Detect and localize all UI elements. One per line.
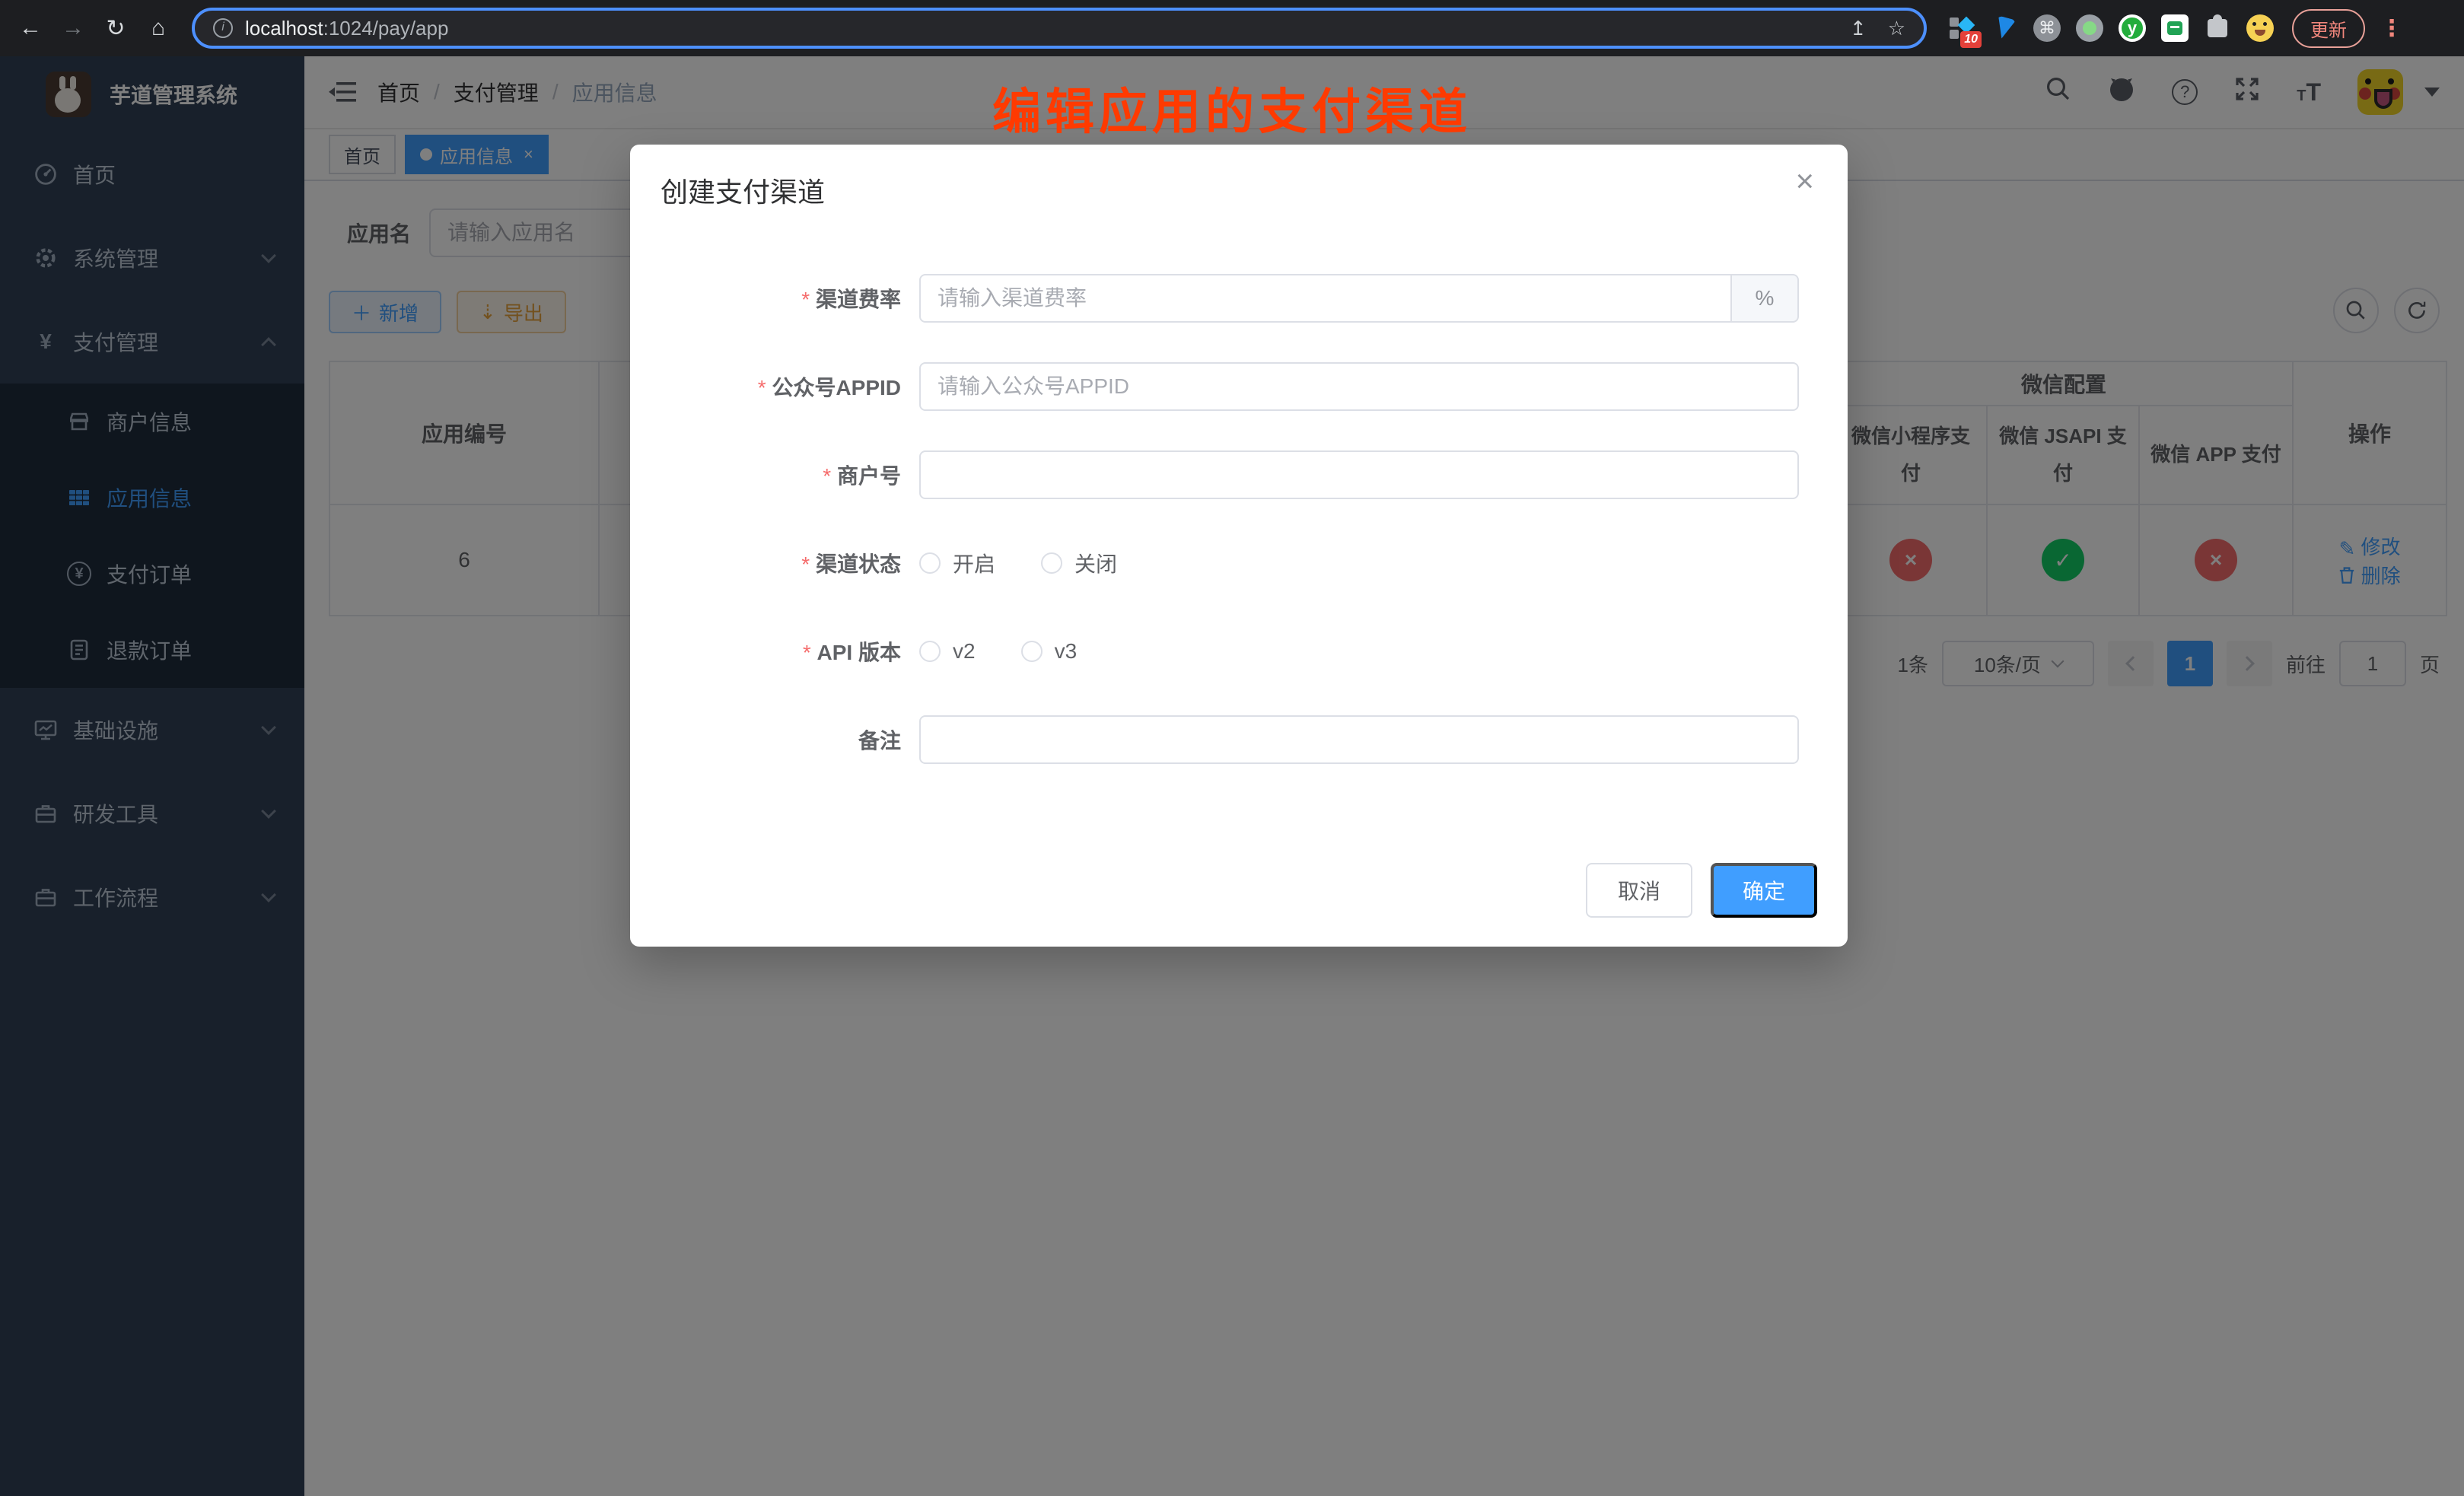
extension-y-icon[interactable]: y	[2119, 14, 2146, 42]
share-icon[interactable]: ↥	[1850, 17, 1867, 40]
extension-badge: 10	[1960, 31, 1982, 48]
browser-menu-icon[interactable]: ⋮	[2371, 15, 2412, 42]
bookmark-star-icon[interactable]: ☆	[1888, 17, 1905, 40]
cancel-button[interactable]: 取消	[1586, 863, 1692, 918]
browser-update-button[interactable]: 更新	[2292, 9, 2365, 48]
form-row-api-version: API 版本 v2 v3	[661, 627, 1817, 676]
percent-suffix: %	[1732, 274, 1799, 323]
status-label: 渠道状态	[661, 548, 919, 578]
status-radio-on[interactable]: 开启	[919, 548, 995, 578]
back-icon[interactable]: ←	[12, 15, 49, 41]
appid-label: 公众号APPID	[661, 371, 919, 402]
merchant-input[interactable]	[919, 450, 1799, 499]
radio-icon	[919, 641, 941, 662]
form-row-remark: 备注	[661, 715, 1817, 764]
confirm-button[interactable]: 确定	[1711, 863, 1817, 918]
rate-label: 渠道费率	[661, 283, 919, 314]
radio-icon	[1021, 641, 1043, 662]
status-radio-off[interactable]: 关闭	[1041, 548, 1117, 578]
appid-input[interactable]	[919, 362, 1799, 411]
extensions-tray: 10 ⌘ y	[1948, 14, 2274, 42]
extensions-puzzle-icon[interactable]	[2204, 14, 2231, 42]
form-row-status: 渠道状态 开启 关闭	[661, 539, 1817, 587]
api-radio-v2[interactable]: v2	[919, 639, 976, 664]
extension-chat-icon[interactable]	[2161, 14, 2189, 42]
browser-toolbar: ← → ↻ ⌂ i localhost :1024/pay/app ↥ ☆ 10…	[0, 0, 2464, 56]
extension-blocks-icon[interactable]: 10	[1948, 14, 1975, 42]
radio-icon	[1041, 552, 1062, 574]
home-icon[interactable]: ⌂	[140, 15, 177, 41]
rate-input[interactable]	[919, 274, 1732, 323]
api-version-label: API 版本	[661, 636, 919, 667]
remark-label: 备注	[661, 724, 919, 755]
merchant-label: 商户号	[661, 460, 919, 490]
form-row-appid: 公众号APPID	[661, 362, 1817, 411]
api-radio-v3[interactable]: v3	[1021, 639, 1078, 664]
extension-command-icon[interactable]: ⌘	[2033, 14, 2061, 42]
dialog-close-icon[interactable]: ×	[1795, 163, 1814, 199]
extension-emoji-icon[interactable]	[2246, 14, 2274, 42]
remark-input[interactable]	[919, 715, 1799, 764]
site-info-icon[interactable]: i	[213, 18, 233, 38]
url-host: localhost	[245, 17, 323, 40]
form-row-rate: 渠道费率 %	[661, 274, 1817, 323]
address-bar[interactable]: i localhost :1024/pay/app ↥ ☆	[192, 8, 1927, 49]
reload-icon[interactable]: ↻	[97, 15, 134, 42]
extension-dot-icon[interactable]	[2076, 14, 2103, 42]
annotation-text: 编辑应用的支付渠道	[992, 73, 1472, 143]
radio-icon	[919, 552, 941, 574]
form-row-merchant: 商户号	[661, 450, 1817, 499]
screen: ← → ↻ ⌂ i localhost :1024/pay/app ↥ ☆ 10…	[0, 0, 2464, 1496]
forward-icon[interactable]: →	[55, 15, 91, 41]
extension-kite-icon[interactable]	[1991, 14, 2018, 42]
dialog-title: 创建支付渠道	[630, 145, 1848, 210]
url-path: :1024/pay/app	[323, 17, 449, 40]
create-pay-channel-dialog: 创建支付渠道 × 渠道费率 % 公众号APPID	[630, 145, 1848, 947]
app-root: 芋道管理系统 首页 系统管理 ¥ 支付管	[0, 56, 2464, 1496]
